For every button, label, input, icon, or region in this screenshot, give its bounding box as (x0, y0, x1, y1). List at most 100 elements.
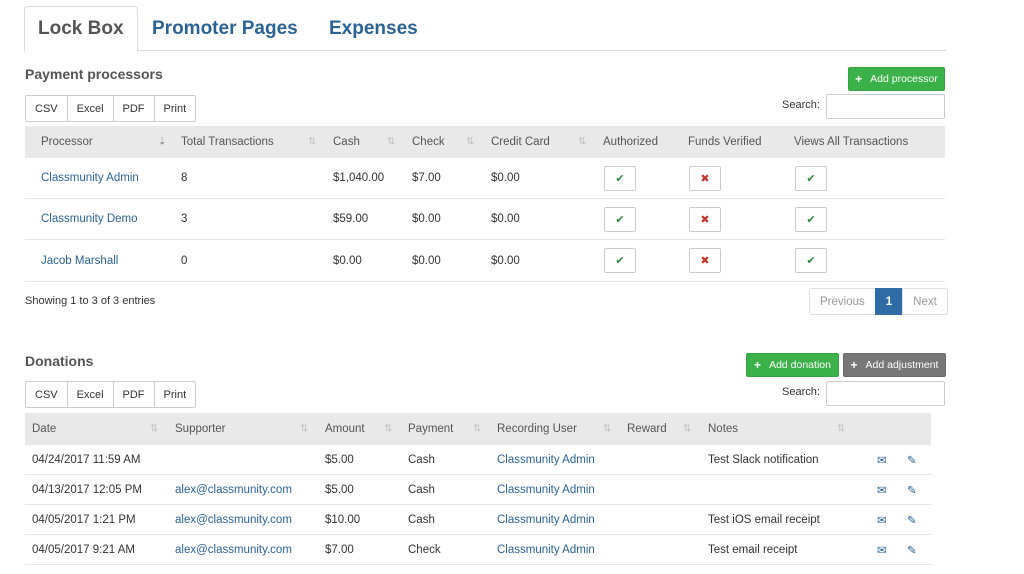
edit-icon[interactable]: ✎ (907, 475, 917, 504)
tab-lock-box[interactable]: Lock Box (24, 6, 138, 52)
column-header-date[interactable]: Date (32, 413, 56, 445)
sort-icon[interactable]: ⇅ (384, 424, 392, 435)
column-label: Credit Card (491, 136, 550, 148)
column-header-processor[interactable]: Processor (41, 126, 93, 158)
column-header-supporter[interactable]: Supporter (175, 413, 226, 445)
funds-verified-toggle[interactable]: ✖ (689, 166, 721, 191)
amount-cell: $10.00 (325, 513, 361, 526)
payment-cell: Cash (408, 453, 435, 466)
column-label: Date (32, 423, 57, 435)
export-pdf-button[interactable]: PDF (112, 95, 155, 122)
cash-cell: $1,040.00 (333, 172, 385, 184)
column-header-notes[interactable]: Notes (708, 413, 738, 445)
date-cell: 04/05/2017 1:21 PM (32, 513, 136, 526)
processor-link[interactable]: Classmunity Demo (41, 199, 138, 239)
export-csv-button[interactable]: CSV (25, 381, 68, 408)
processor-link[interactable]: Jacob Marshall (41, 240, 118, 281)
supporter-link[interactable]: alex@classmunity.com (175, 535, 292, 564)
cross-icon: ✖ (700, 214, 710, 226)
column-header-check[interactable]: Check (412, 126, 445, 158)
pagination-previous[interactable]: Previous (809, 288, 876, 315)
payment-cell: Cash (408, 483, 435, 496)
export-pdf-button[interactable]: PDF (112, 381, 155, 408)
print-button[interactable]: Print (153, 95, 197, 122)
processors-search-label: Search: (782, 99, 820, 111)
donations-search-input[interactable] (826, 381, 945, 406)
column-header-amount[interactable]: Amount (325, 413, 365, 445)
sort-icon[interactable]: ⇅ (473, 424, 481, 435)
column-header-total-transactions[interactable]: Total Transactions (181, 126, 274, 158)
sort-icon[interactable]: ⇅ (578, 137, 586, 148)
supporter-link[interactable]: alex@classmunity.com (175, 505, 292, 534)
column-header-views-all-transactions: Views All Transactions (794, 126, 908, 158)
views-all-toggle[interactable]: ✔ (795, 207, 827, 232)
tab-expenses[interactable]: Expenses (316, 6, 431, 51)
column-label: Notes (708, 423, 739, 435)
export-excel-button[interactable]: Excel (66, 95, 114, 122)
email-icon[interactable]: ✉ (877, 475, 887, 504)
payment-cell: Cash (408, 513, 435, 526)
sort-icon[interactable]: ⇅ (150, 424, 158, 435)
sort-icon[interactable]: ⇅ (603, 424, 611, 435)
pagination-next[interactable]: Next (902, 288, 948, 315)
column-header-authorized: Authorized (603, 126, 658, 158)
print-button[interactable]: Print (153, 381, 197, 408)
authorized-toggle[interactable]: ✔ (604, 207, 636, 232)
column-header-credit-card[interactable]: Credit Card (491, 126, 550, 158)
column-label: Processor (41, 136, 93, 148)
add-donation-label: Add donation (769, 359, 831, 371)
sort-asc-icon[interactable]: ⇣ (158, 137, 166, 148)
table-row: Classmunity Demo 3 $59.00 $0.00 $0.00 ✔ … (25, 199, 945, 240)
views-all-toggle[interactable]: ✔ (795, 166, 827, 191)
column-label: Amount (325, 423, 365, 435)
recording-user-link[interactable]: Classmunity Admin (497, 445, 595, 474)
add-donation-button[interactable]: + Add donation (746, 353, 839, 377)
check-icon: ✔ (806, 214, 816, 226)
add-processor-button[interactable]: + Add processor (848, 67, 945, 91)
edit-icon[interactable]: ✎ (907, 535, 917, 564)
funds-verified-toggle[interactable]: ✖ (689, 248, 721, 273)
credit-card-cell: $0.00 (491, 172, 520, 184)
sort-icon[interactable]: ⇅ (300, 424, 308, 435)
edit-icon[interactable]: ✎ (907, 505, 917, 534)
processors-search-input[interactable] (826, 94, 945, 119)
column-header-reward[interactable]: Reward (627, 413, 667, 445)
tab-promoter-pages[interactable]: Promoter Pages (139, 6, 311, 51)
authorized-toggle[interactable]: ✔ (604, 166, 636, 191)
add-adjustment-button[interactable]: + Add adjustment (843, 353, 946, 377)
cross-icon: ✖ (700, 173, 710, 185)
email-icon[interactable]: ✉ (877, 535, 887, 564)
recording-user-link[interactable]: Classmunity Admin (497, 505, 595, 534)
pagination-page[interactable]: 1 (874, 288, 904, 315)
donations-export-group: CSV Excel PDF Print (25, 381, 197, 408)
total-transactions-cell: 0 (181, 254, 188, 267)
sort-icon[interactable]: ⇅ (683, 424, 691, 435)
table-row: 04/24/2017 11:59 AM $5.00 Cash Classmuni… (25, 445, 931, 475)
views-all-toggle[interactable]: ✔ (795, 248, 827, 273)
column-label: Check (412, 136, 445, 148)
authorized-toggle[interactable]: ✔ (604, 248, 636, 273)
column-header-recording-user[interactable]: Recording User (497, 413, 577, 445)
email-icon[interactable]: ✉ (877, 445, 887, 474)
recording-user-link[interactable]: Classmunity Admin (497, 475, 595, 504)
edit-icon[interactable]: ✎ (907, 445, 917, 474)
column-header-cash[interactable]: Cash (333, 126, 360, 158)
sort-icon[interactable]: ⇅ (387, 137, 395, 148)
column-header-payment[interactable]: Payment (408, 413, 453, 445)
column-label: Supporter (175, 423, 226, 435)
date-cell: 04/05/2017 9:21 AM (32, 543, 135, 556)
total-transactions-cell: 3 (181, 213, 188, 225)
add-processor-label: Add processor (870, 73, 938, 85)
column-label: Views All Transactions (794, 136, 909, 148)
sort-icon[interactable]: ⇅ (466, 137, 474, 148)
export-csv-button[interactable]: CSV (25, 95, 68, 122)
recording-user-link[interactable]: Classmunity Admin (497, 535, 595, 564)
sort-icon[interactable]: ⇅ (308, 137, 316, 148)
email-icon[interactable]: ✉ (877, 505, 887, 534)
processors-pagination: Previous 1 Next (809, 288, 948, 315)
funds-verified-toggle[interactable]: ✖ (689, 207, 721, 232)
export-excel-button[interactable]: Excel (66, 381, 114, 408)
supporter-link[interactable]: alex@classmunity.com (175, 475, 292, 504)
processor-link[interactable]: Classmunity Admin (41, 158, 139, 198)
sort-icon[interactable]: ⇅ (837, 424, 845, 435)
